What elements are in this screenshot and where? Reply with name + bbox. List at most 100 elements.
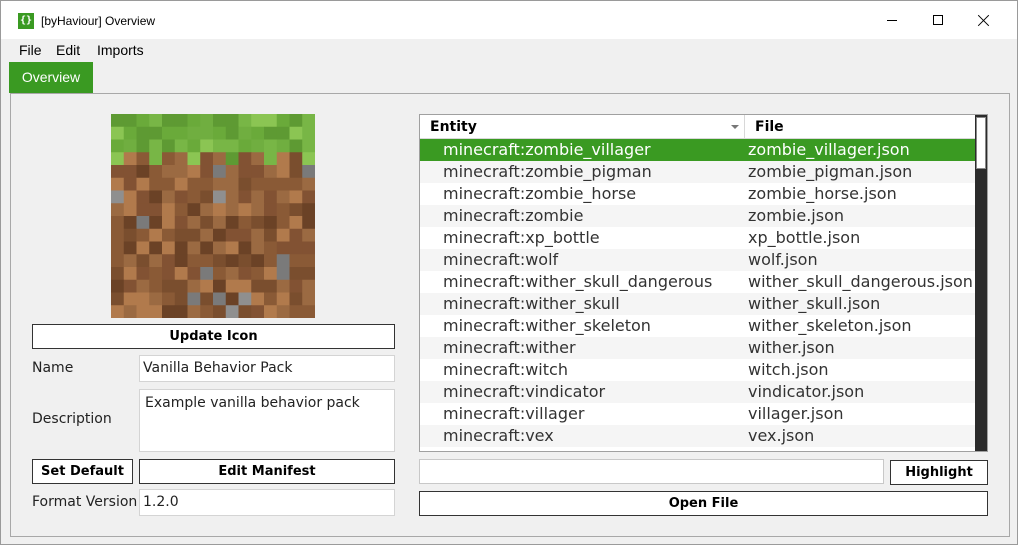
table-row[interactable]: minecraft:villager villager.json bbox=[420, 403, 975, 425]
icon-pixel bbox=[238, 216, 252, 230]
minimize-icon bbox=[887, 19, 897, 21]
icon-pixel bbox=[149, 279, 163, 293]
icon-pixel bbox=[238, 267, 252, 281]
table-row[interactable]: minecraft:wither_skull wither_skull.json bbox=[420, 293, 975, 315]
icon-pixel bbox=[251, 152, 265, 166]
file-cell: wither_skull.json bbox=[748, 294, 881, 313]
entity-cell: minecraft:xp_bottle bbox=[443, 228, 600, 247]
column-header-file[interactable]: File bbox=[755, 119, 784, 135]
icon-pixel bbox=[200, 139, 214, 153]
menu-file[interactable]: File bbox=[19, 42, 42, 58]
column-divider[interactable] bbox=[744, 115, 745, 139]
icon-pixel bbox=[111, 190, 125, 204]
table-scrollbar[interactable] bbox=[975, 115, 987, 451]
set-default-button[interactable]: Set Default bbox=[32, 459, 133, 484]
icon-pixel bbox=[289, 305, 303, 318]
table-row[interactable]: minecraft:wither_skeleton wither_skeleton… bbox=[420, 315, 975, 337]
icon-pixel bbox=[187, 228, 201, 242]
icon-pixel bbox=[276, 267, 290, 281]
icon-pixel bbox=[225, 267, 239, 281]
highlight-button[interactable]: Highlight bbox=[890, 460, 988, 485]
table-row[interactable]: minecraft:vex vex.json bbox=[420, 425, 975, 447]
icon-pixel bbox=[149, 228, 163, 242]
icon-pixel bbox=[136, 114, 150, 128]
table-row[interactable]: minecraft:vindicator vindicator.json bbox=[420, 381, 975, 403]
scrollbar-thumb[interactable] bbox=[976, 117, 986, 169]
table-row[interactable]: minecraft:wolf wolf.json bbox=[420, 249, 975, 271]
icon-pixel bbox=[251, 267, 265, 281]
icon-pixel bbox=[123, 279, 137, 293]
table-row[interactable]: minecraft:zombie_villager zombie_villager… bbox=[420, 139, 975, 161]
icon-pixel bbox=[174, 177, 188, 191]
file-cell: vindicator.json bbox=[748, 382, 865, 401]
table-row[interactable]: minecraft:zombie_pigman zombie_pigman.jso… bbox=[420, 161, 975, 183]
file-cell: zombie.json bbox=[748, 206, 845, 225]
icon-pixel bbox=[187, 203, 201, 217]
icon-pixel bbox=[276, 152, 290, 166]
name-field[interactable]: Vanilla Behavior Pack bbox=[139, 355, 395, 382]
icon-pixel bbox=[264, 228, 278, 242]
table-row[interactable]: minecraft:witch witch.json bbox=[420, 359, 975, 381]
icon-pixel bbox=[174, 241, 188, 255]
window-title: [byHaviour] Overview bbox=[41, 14, 156, 28]
icon-pixel bbox=[149, 305, 163, 318]
icon-pixel bbox=[111, 152, 125, 166]
icon-pixel bbox=[123, 254, 137, 268]
icon-pixel bbox=[174, 126, 188, 140]
entity-cell: minecraft:wither bbox=[443, 338, 576, 357]
icon-pixel bbox=[136, 305, 150, 318]
minimize-button[interactable] bbox=[869, 1, 915, 39]
format-version-field[interactable]: 1.2.0 bbox=[139, 489, 395, 516]
column-header-entity[interactable]: Entity bbox=[430, 119, 477, 135]
table-row[interactable]: minecraft:wither wither.json bbox=[420, 337, 975, 359]
icon-pixel bbox=[136, 279, 150, 293]
icon-pixel bbox=[289, 292, 303, 306]
icon-pixel bbox=[111, 254, 125, 268]
icon-pixel bbox=[289, 203, 303, 217]
table-row[interactable]: minecraft:zombie zombie.json bbox=[420, 205, 975, 227]
maximize-button[interactable] bbox=[915, 1, 961, 39]
icon-pixel bbox=[136, 254, 150, 268]
icon-pixel bbox=[162, 126, 176, 140]
file-cell: wither_skeleton.json bbox=[748, 316, 912, 335]
icon-pixel bbox=[251, 216, 265, 230]
icon-pixel bbox=[200, 241, 214, 255]
file-cell: zombie_pigman.json bbox=[748, 162, 913, 181]
icon-pixel bbox=[213, 254, 227, 268]
icon-pixel bbox=[238, 139, 252, 153]
icon-pixel bbox=[162, 152, 176, 166]
icon-pixel bbox=[136, 267, 150, 281]
icon-pixel bbox=[238, 114, 252, 128]
icon-pixel bbox=[123, 165, 137, 179]
icon-pixel bbox=[289, 216, 303, 230]
edit-manifest-button[interactable]: Edit Manifest bbox=[139, 459, 395, 484]
icon-pixel bbox=[213, 267, 227, 281]
icon-pixel bbox=[200, 305, 214, 318]
icon-pixel bbox=[276, 292, 290, 306]
icon-pixel bbox=[200, 279, 214, 293]
icon-pixel bbox=[136, 292, 150, 306]
sort-descending-icon[interactable] bbox=[731, 125, 739, 129]
icon-pixel bbox=[200, 152, 214, 166]
icon-pixel bbox=[251, 228, 265, 242]
close-button[interactable] bbox=[961, 1, 1007, 39]
menu-imports[interactable]: Imports bbox=[97, 42, 144, 58]
icon-pixel bbox=[213, 139, 227, 153]
title-bar[interactable]: {} [byHaviour] Overview bbox=[1, 1, 1017, 39]
icon-pixel bbox=[225, 292, 239, 306]
description-field[interactable]: Example vanilla behavior pack bbox=[139, 389, 395, 452]
update-icon-button[interactable]: Update Icon bbox=[32, 324, 395, 349]
icon-pixel bbox=[213, 152, 227, 166]
icon-pixel bbox=[187, 279, 201, 293]
icon-pixel bbox=[123, 139, 137, 153]
table-row[interactable]: minecraft:zombie_horse zombie_horse.json bbox=[420, 183, 975, 205]
highlight-search-input[interactable] bbox=[419, 459, 884, 484]
open-file-button[interactable]: Open File bbox=[419, 491, 988, 516]
tab-overview[interactable]: Overview bbox=[9, 62, 93, 93]
icon-pixel bbox=[149, 152, 163, 166]
table-body: minecraft:zombie_villager zombie_villager… bbox=[420, 139, 975, 447]
icon-pixel bbox=[238, 126, 252, 140]
table-row[interactable]: minecraft:xp_bottle xp_bottle.json bbox=[420, 227, 975, 249]
table-row[interactable]: minecraft:wither_skull_dangerous wither_s… bbox=[420, 271, 975, 293]
menu-edit[interactable]: Edit bbox=[56, 42, 80, 58]
